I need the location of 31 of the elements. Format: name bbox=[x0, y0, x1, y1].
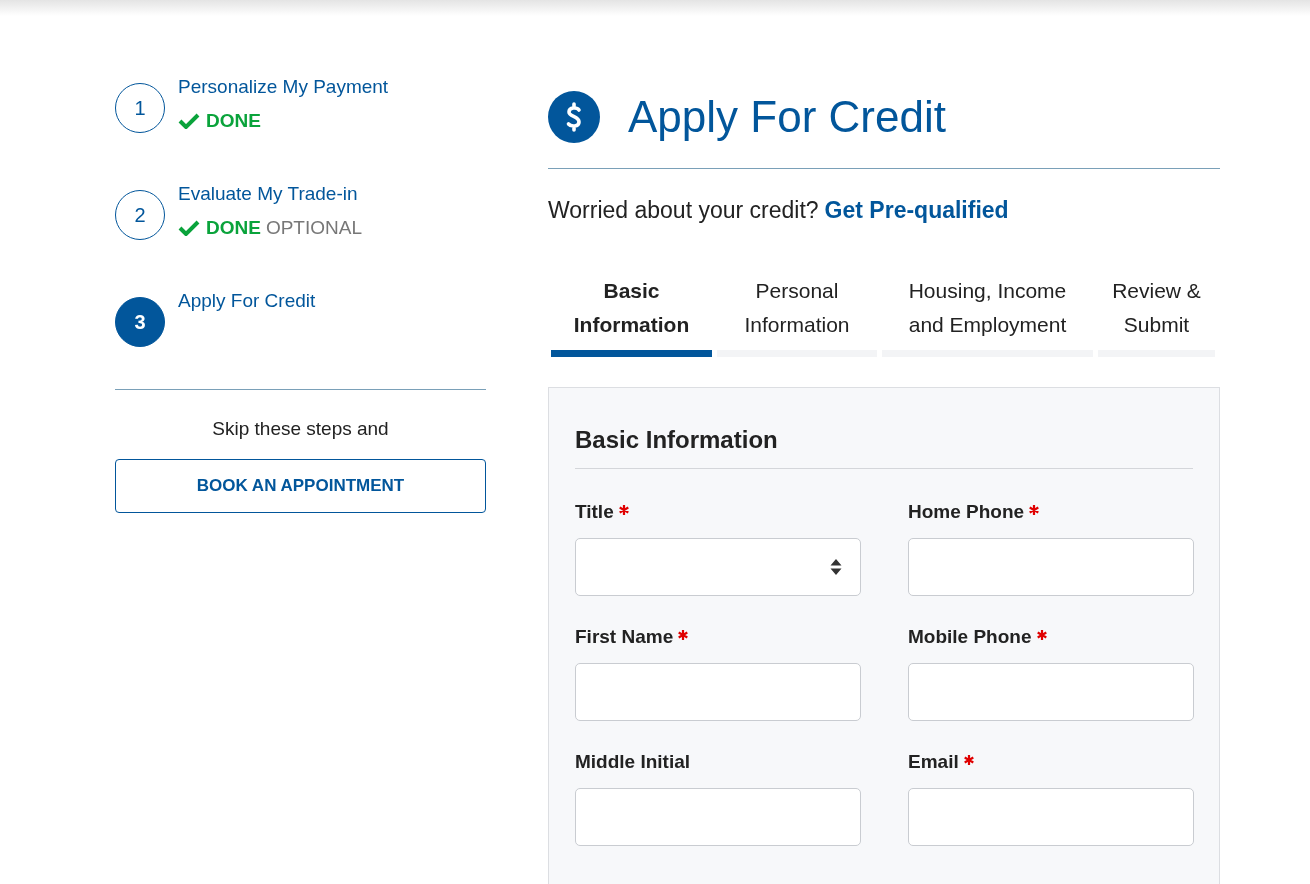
field-label: Email bbox=[908, 751, 959, 773]
field-label: Home Phone bbox=[908, 501, 1025, 523]
step-title[interactable]: Personalize My Payment bbox=[178, 76, 389, 98]
check-icon bbox=[178, 113, 200, 129]
prequalify-link[interactable]: Get Pre-qualified bbox=[824, 197, 1009, 224]
sort-icon bbox=[830, 558, 842, 576]
skip-text: Skip these steps and bbox=[211, 418, 390, 440]
step-title[interactable]: Evaluate My Trade-in bbox=[178, 183, 362, 205]
field-label: Mobile Phone bbox=[908, 626, 1032, 648]
step-number: 1 bbox=[115, 83, 165, 133]
input-field[interactable] bbox=[575, 788, 861, 846]
prequalify-text: Worried about your credit? bbox=[548, 197, 819, 224]
input-field[interactable] bbox=[908, 663, 1194, 721]
step-number: 3 bbox=[115, 297, 165, 347]
dollar-icon bbox=[548, 91, 600, 143]
book-appointment-button[interactable]: BOOK AN APPOINTMENT bbox=[115, 459, 486, 513]
input-field[interactable] bbox=[908, 788, 1194, 846]
field-label: Middle Initial bbox=[575, 751, 691, 773]
check-icon bbox=[178, 220, 200, 236]
field-label: First Name bbox=[575, 626, 674, 648]
section-title: Basic Information bbox=[575, 426, 779, 454]
input-field[interactable] bbox=[575, 663, 861, 721]
done-status: DONE bbox=[206, 110, 261, 132]
done-status: DONE bbox=[206, 217, 261, 239]
input-field[interactable] bbox=[908, 538, 1194, 596]
page-title: Apply For Credit bbox=[628, 92, 946, 142]
field-label: Title bbox=[575, 501, 614, 523]
step-title[interactable]: Apply For Credit bbox=[178, 290, 316, 312]
optional-note: OPTIONAL bbox=[265, 217, 362, 239]
select-field[interactable] bbox=[575, 538, 861, 596]
step-number: 2 bbox=[115, 190, 165, 240]
